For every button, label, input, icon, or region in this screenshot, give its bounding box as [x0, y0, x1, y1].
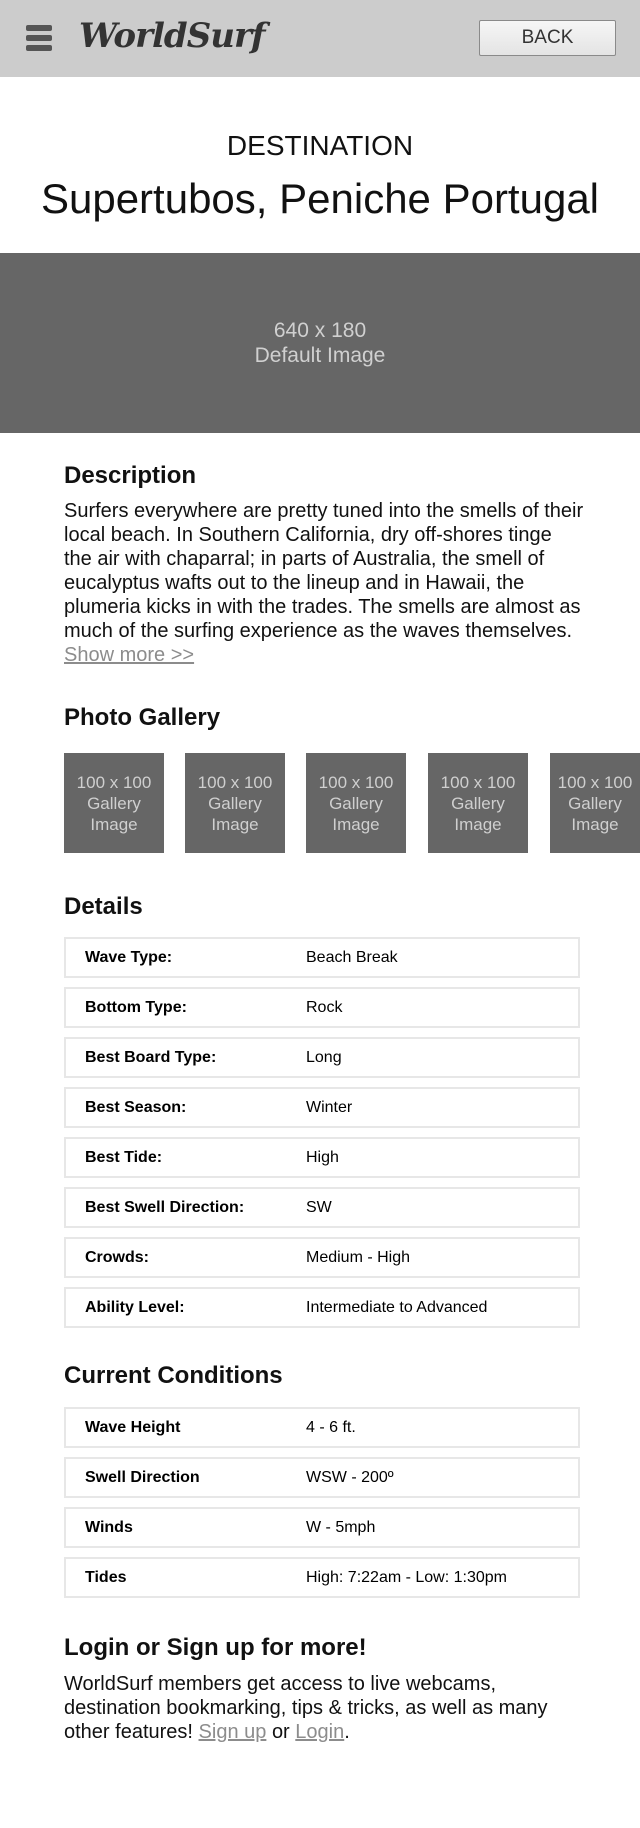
description-body: Surfers everywhere are pretty tuned into…: [64, 499, 584, 667]
row-value: WSW - 200º: [306, 1469, 394, 1486]
row-label: Bottom Type:: [85, 999, 187, 1016]
gallery-image-label: Image: [211, 814, 259, 834]
gallery-image-label: Gallery: [87, 793, 141, 813]
detail-row-ability-level: Ability Level: Intermediate to Advanced: [64, 1287, 580, 1328]
login-heading: Login or Sign up for more!: [64, 1634, 367, 1661]
row-value: Intermediate to Advanced: [306, 1299, 488, 1316]
show-more-link[interactable]: Show more >>: [64, 644, 194, 666]
detail-row-wave-type: Wave Type: Beach Break: [64, 937, 580, 978]
hero-image-placeholder: 640 x 180 Default Image: [0, 253, 640, 433]
hero-caption: Default Image: [254, 344, 386, 367]
detail-row-bottom-type: Bottom Type: Rock: [64, 987, 580, 1028]
back-button[interactable]: BACK: [479, 20, 616, 56]
gallery-image-label: Image: [454, 814, 502, 834]
gallery-image-label: Gallery: [329, 793, 383, 813]
gallery-image-size: 100 x 100: [440, 772, 516, 792]
row-value: SW: [306, 1199, 332, 1216]
row-label: Winds: [85, 1519, 133, 1536]
detail-row-board-type: Best Board Type: Long: [64, 1037, 580, 1078]
row-label: Best Tide:: [85, 1149, 163, 1166]
detail-row-tide: Best Tide: High: [64, 1137, 580, 1178]
gallery-image-label: Gallery: [568, 793, 622, 813]
period-text: .: [344, 1721, 350, 1743]
row-value: Winter: [306, 1099, 353, 1116]
row-label: Best Season:: [85, 1099, 187, 1116]
gallery-image-label: Gallery: [451, 793, 505, 813]
condition-row-wave-height: Wave Height 4 - 6 ft.: [64, 1407, 580, 1448]
row-label: Ability Level:: [85, 1299, 185, 1316]
gallery-image-size: 100 x 100: [318, 772, 394, 792]
condition-row-swell-direction: Swell Direction WSW - 200º: [64, 1457, 580, 1498]
description-text: Surfers everywhere are pretty tuned into…: [64, 500, 584, 642]
row-value: High: [306, 1149, 339, 1166]
detail-row-season: Best Season: Winter: [64, 1087, 580, 1128]
gallery-image[interactable]: 100 x 100 Gallery Image: [428, 753, 528, 853]
gallery-image-size: 100 x 100: [197, 772, 273, 792]
page-title: Supertubos, Peniche Portugal: [40, 175, 600, 222]
destination-label: DESTINATION: [226, 130, 414, 161]
row-value: Long: [306, 1049, 342, 1066]
row-value: 4 - 6 ft.: [306, 1419, 356, 1436]
detail-row-crowds: Crowds: Medium - High: [64, 1237, 580, 1278]
row-value: Rock: [306, 999, 343, 1016]
row-label: Wave Type:: [85, 949, 173, 966]
gallery-image-size: 100 x 100: [76, 772, 152, 792]
condition-row-tides: Tides High: 7:22am - Low: 1:30pm: [64, 1557, 580, 1598]
description-heading: Description: [64, 462, 197, 489]
row-label: Crowds:: [85, 1249, 149, 1266]
row-value: High: 7:22am - Low: 1:30pm: [306, 1569, 507, 1586]
row-label: Swell Direction: [85, 1469, 200, 1486]
logo[interactable]: WorldSurf: [79, 16, 266, 56]
gallery-image[interactable]: 100 x 100 Gallery Image: [550, 753, 640, 853]
gallery-image-label: Image: [332, 814, 380, 834]
login-link[interactable]: Login: [295, 1721, 344, 1743]
row-label: Tides: [85, 1569, 127, 1586]
hamburger-menu-icon[interactable]: [26, 25, 52, 51]
row-label: Wave Height: [85, 1419, 181, 1436]
gallery-image-label: Gallery: [208, 793, 262, 813]
detail-row-swell-direction: Best Swell Direction: SW: [64, 1187, 580, 1228]
gallery-image[interactable]: 100 x 100 Gallery Image: [64, 753, 164, 853]
login-body: WorldSurf members get access to live web…: [64, 1672, 584, 1744]
row-value: W - 5mph: [306, 1519, 376, 1536]
signup-link[interactable]: Sign up: [199, 1721, 267, 1743]
gallery-image-size: 100 x 100: [557, 772, 633, 792]
row-value: Beach Break: [306, 949, 398, 966]
row-label: Best Board Type:: [85, 1049, 217, 1066]
hero-size-label: 640 x 180: [273, 319, 367, 342]
conditions-heading: Current Conditions: [64, 1362, 283, 1389]
gallery-image[interactable]: 100 x 100 Gallery Image: [306, 753, 406, 853]
gallery-heading: Photo Gallery: [64, 704, 221, 731]
or-text: or: [271, 1721, 290, 1743]
top-bar: WorldSurf BACK: [0, 0, 640, 77]
details-heading: Details: [64, 893, 143, 920]
gallery-image-label: Image: [90, 814, 138, 834]
condition-row-winds: Winds W - 5mph: [64, 1507, 580, 1548]
row-label: Best Swell Direction:: [85, 1199, 245, 1216]
row-value: Medium - High: [306, 1249, 411, 1266]
gallery-image[interactable]: 100 x 100 Gallery Image: [185, 753, 285, 853]
gallery-image-label: Image: [571, 814, 619, 834]
